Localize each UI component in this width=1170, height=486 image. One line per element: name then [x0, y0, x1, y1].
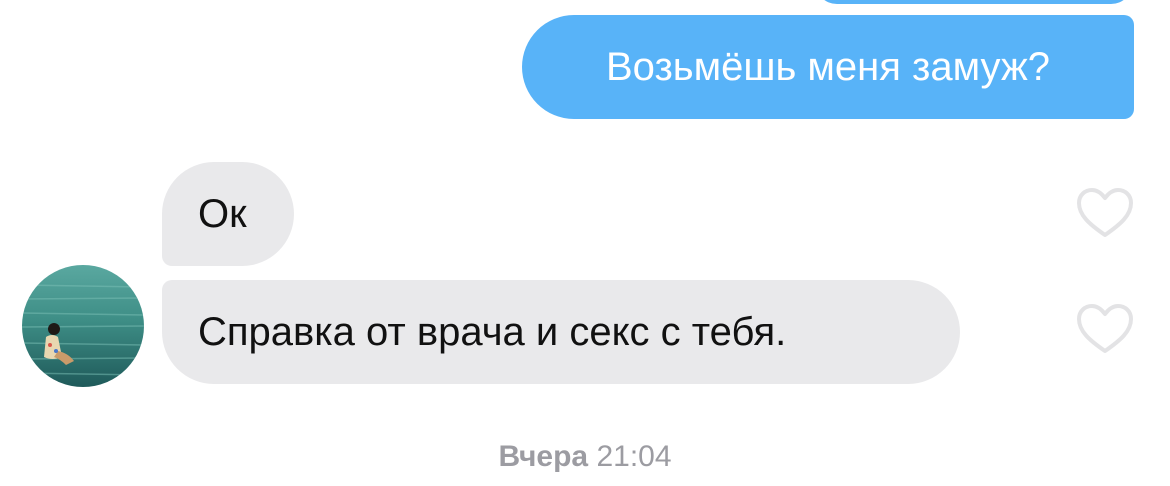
message-text: Справка от врача и секс с тебя.: [198, 310, 787, 354]
avatar-photo: [22, 265, 144, 387]
avatar[interactable]: [22, 265, 144, 387]
heart-icon[interactable]: [1075, 302, 1135, 356]
message-bubble-incoming[interactable]: Ок: [162, 162, 294, 266]
message-bubble-outgoing[interactable]: Возьмёшь меня замуж?: [522, 15, 1134, 119]
heart-icon[interactable]: [1075, 186, 1135, 240]
message-text: Возьмёшь меня замуж?: [605, 45, 1051, 89]
message-bubble-incoming[interactable]: Справка от врача и секс с тебя.: [162, 280, 960, 384]
timestamp-day: Вчера: [498, 440, 589, 473]
previous-message-bubble-fragment[interactable]: [815, 0, 1133, 4]
timestamp-time: 21:04: [596, 440, 672, 473]
message-text: Ок: [198, 192, 247, 236]
message-timestamp: Вчера 21:04: [0, 440, 1170, 474]
